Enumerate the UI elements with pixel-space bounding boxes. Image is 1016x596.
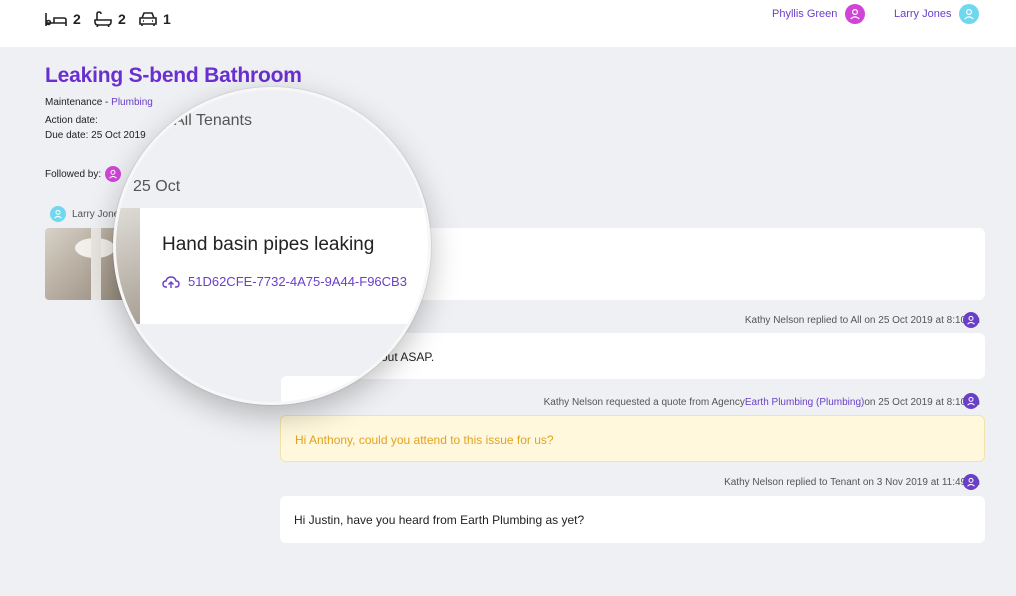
subcategory-link[interactable]: Plumbing	[111, 97, 153, 108]
message-meta-text: Kathy Nelson replied to Tenant on 3 Nov …	[724, 477, 980, 488]
message-text: Hi Anthony, could you attend to this iss…	[295, 433, 554, 447]
job-category: Maintenance - Plumbing	[45, 97, 153, 108]
post-date: 25 Oct	[133, 178, 181, 195]
message-meta: Kathy Nelson replied to All on 25 Oct 20…	[745, 315, 980, 326]
follower-avatar[interactable]	[105, 166, 122, 182]
agency-link[interactable]: Earth Plumbing (Plumbing)	[745, 397, 865, 408]
attachment-name: 51D62CFE-7732-4A75-9A44-F96CB3	[188, 274, 407, 289]
avatar	[50, 206, 66, 222]
action-date: Action date:	[45, 115, 98, 126]
post-author: Larry Jones	[50, 206, 124, 222]
post-photo-zoomed	[116, 208, 140, 324]
user-icon	[967, 396, 975, 406]
bed-icon	[45, 13, 67, 26]
category-label: Maintenance -	[45, 97, 112, 108]
quote-request-card: Hi Anthony, could you attend to this iss…	[280, 415, 985, 462]
user-icon	[850, 8, 861, 20]
attachment-link[interactable]: 51D62CFE-7732-4A75-9A44-F96CB3	[162, 274, 407, 289]
due-date: Due date: 25 Oct 2019	[45, 130, 146, 141]
user-chip-phyllis[interactable]: Phyllis Green	[772, 4, 866, 24]
car-icon	[139, 12, 157, 26]
user-chip-larry[interactable]: Larry Jones	[894, 4, 980, 24]
user-icon	[967, 315, 975, 325]
message-meta-prefix: Kathy Nelson requested a quote from Agen…	[543, 397, 745, 408]
carspaces-count: 1	[163, 11, 171, 27]
message-card-zoomed	[281, 376, 428, 402]
user-name: Phyllis Green	[772, 8, 838, 20]
bath-icon	[94, 11, 112, 27]
message-card: Hi Justin, have you heard from Earth Plu…	[280, 496, 985, 543]
user-icon	[54, 209, 62, 219]
message-meta: Kathy Nelson requested a quote from Agen…	[544, 397, 980, 408]
photo-pipe	[91, 228, 101, 300]
bedrooms-feature: 2	[45, 11, 81, 27]
post-title: Hand basin pipes leaking	[162, 234, 375, 255]
page-title: Leaking S-bend Bathroom	[45, 64, 302, 87]
magnifier-lens: All Tenants 25 Oct Hand basin pipes leak…	[113, 87, 431, 405]
avatar	[845, 4, 866, 24]
message-meta: Kathy Nelson replied to Tenant on 3 Nov …	[724, 477, 980, 488]
message-avatar	[963, 393, 979, 409]
bathrooms-feature: 2	[94, 11, 126, 27]
avatar	[959, 4, 980, 24]
bedrooms-count: 2	[73, 11, 81, 27]
post-audience: All Tenants	[174, 112, 252, 129]
user-icon	[109, 169, 117, 179]
cloud-upload-icon	[162, 275, 180, 288]
top-bar: 2 2 1 Phyllis Green Larry Jones	[0, 0, 1016, 47]
bathrooms-count: 2	[118, 11, 126, 27]
message-avatar	[963, 474, 979, 490]
followed-by-label: Followed by:	[45, 168, 102, 180]
user-icon	[964, 8, 975, 20]
followed-by: Followed by:	[45, 166, 122, 182]
message-text: Hi Justin, have you heard from Earth Plu…	[294, 513, 585, 527]
message-avatar	[963, 312, 979, 328]
carspaces-feature: 1	[139, 11, 171, 27]
message-meta-text: Kathy Nelson replied to All on 25 Oct 20…	[744, 315, 980, 326]
user-name: Larry Jones	[894, 8, 952, 20]
post-detail-panel: Hand basin pipes leaking 51D62CFE-7732-4…	[140, 208, 428, 324]
user-icon	[967, 477, 975, 487]
